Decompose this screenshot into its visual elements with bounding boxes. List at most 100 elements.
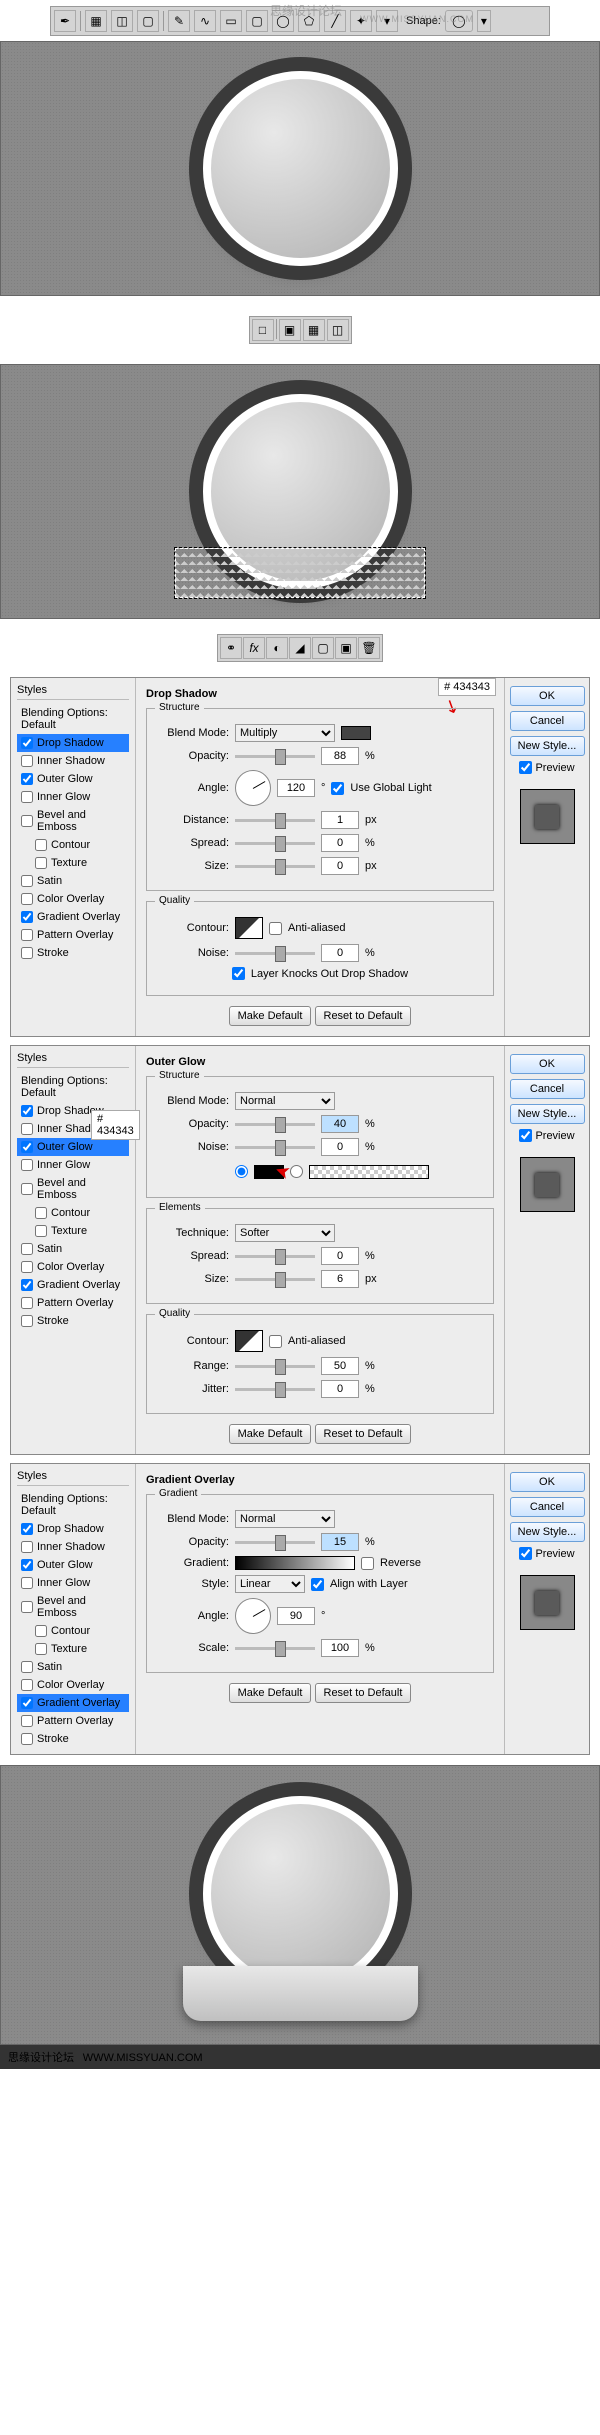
size-slider[interactable] xyxy=(235,1278,315,1281)
distance-input[interactable] xyxy=(321,811,359,829)
style-color-overlay[interactable]: Color Overlay xyxy=(17,1676,129,1694)
angle-dial[interactable] xyxy=(235,770,271,806)
style-pattern-overlay[interactable]: Pattern Overlay xyxy=(17,1294,129,1312)
style-inner-shadow[interactable]: Inner Shadow xyxy=(17,1538,129,1556)
opacity-input[interactable] xyxy=(321,1115,359,1133)
style-pattern-overlay[interactable]: Pattern Overlay xyxy=(17,1712,129,1730)
size-input[interactable] xyxy=(321,1270,359,1288)
scale-input[interactable] xyxy=(321,1639,359,1657)
angle-input[interactable] xyxy=(277,779,315,797)
noise-slider[interactable] xyxy=(235,952,315,955)
style-inner-shadow[interactable]: Inner Shadow xyxy=(17,752,129,770)
reset-default-button[interactable]: Reset to Default xyxy=(315,1683,412,1703)
preview-check[interactable] xyxy=(519,1547,532,1560)
noise-input[interactable] xyxy=(321,1138,359,1156)
style-select[interactable]: Linear xyxy=(235,1575,305,1593)
spread-input[interactable] xyxy=(321,834,359,852)
marquee-new-icon[interactable]: □ xyxy=(252,319,274,341)
jitter-slider[interactable] xyxy=(235,1388,315,1391)
range-slider[interactable] xyxy=(235,1365,315,1368)
reverse-check[interactable] xyxy=(361,1557,374,1570)
global-light-check[interactable] xyxy=(331,782,344,795)
marquee-intersect-icon[interactable]: ◫ xyxy=(327,319,349,341)
shape-dropdown-icon[interactable]: ▾ xyxy=(477,10,491,32)
rounded-rect-icon[interactable]: ▢ xyxy=(246,10,268,32)
shape-layers-icon[interactable]: ▦ xyxy=(85,10,107,32)
style-outer-glow[interactable]: Outer Glow xyxy=(17,1138,129,1156)
make-default-button[interactable]: Make Default xyxy=(229,1006,312,1026)
make-default-button[interactable]: Make Default xyxy=(229,1424,312,1444)
style-color-overlay[interactable]: Color Overlay xyxy=(17,1258,129,1276)
glow-gradient-swatch[interactable] xyxy=(309,1165,429,1179)
cancel-button[interactable]: Cancel xyxy=(510,711,585,731)
style-gradient-overlay[interactable]: Gradient Overlay xyxy=(17,1276,129,1294)
style-drop-shadow[interactable]: Drop Shadow xyxy=(17,1520,129,1538)
range-input[interactable] xyxy=(321,1357,359,1375)
blend-mode-select[interactable]: Normal xyxy=(235,1510,335,1528)
pen-icon[interactable]: ✎ xyxy=(168,10,190,32)
spread-input[interactable] xyxy=(321,1247,359,1265)
style-bevel[interactable]: Bevel and Emboss xyxy=(17,1592,129,1622)
rectangle-icon[interactable]: ▭ xyxy=(220,10,242,32)
style-gradient-overlay[interactable]: Gradient Overlay xyxy=(17,908,129,926)
align-check[interactable] xyxy=(311,1578,324,1591)
style-inner-glow[interactable]: Inner Glow xyxy=(17,1574,129,1592)
blending-options[interactable]: Blending Options: Default xyxy=(17,1490,129,1520)
style-color-overlay[interactable]: Color Overlay xyxy=(17,890,129,908)
style-gradient-overlay[interactable]: Gradient Overlay xyxy=(17,1694,129,1712)
blend-mode-select[interactable]: Normal xyxy=(235,1092,335,1110)
fx-icon[interactable]: fx xyxy=(243,637,265,659)
new-layer-icon[interactable]: ▣ xyxy=(335,637,357,659)
scale-slider[interactable] xyxy=(235,1647,315,1650)
style-outer-glow[interactable]: Outer Glow xyxy=(17,770,129,788)
technique-select[interactable]: Softer xyxy=(235,1224,335,1242)
style-inner-glow[interactable]: Inner Glow xyxy=(17,788,129,806)
opacity-input[interactable] xyxy=(321,747,359,765)
style-satin[interactable]: Satin xyxy=(17,872,129,890)
size-slider[interactable] xyxy=(235,865,315,868)
style-bevel[interactable]: Bevel and Emboss xyxy=(17,806,129,836)
spread-slider[interactable] xyxy=(235,1255,315,1258)
style-contour[interactable]: Contour xyxy=(17,1204,129,1222)
opacity-slider[interactable] xyxy=(235,755,315,758)
style-stroke[interactable]: Stroke xyxy=(17,944,129,962)
new-style-button[interactable]: New Style... xyxy=(510,736,585,756)
knockout-check[interactable] xyxy=(232,967,245,980)
noise-slider[interactable] xyxy=(235,1146,315,1149)
preview-check[interactable] xyxy=(519,761,532,774)
ok-button[interactable]: OK xyxy=(510,1472,585,1492)
style-stroke[interactable]: Stroke xyxy=(17,1730,129,1748)
style-pattern-overlay[interactable]: Pattern Overlay xyxy=(17,926,129,944)
style-drop-shadow[interactable]: Drop Shadow xyxy=(17,734,129,752)
contour-picker[interactable] xyxy=(235,1330,263,1352)
style-texture[interactable]: Texture xyxy=(17,854,129,872)
ok-button[interactable]: OK xyxy=(510,1054,585,1074)
adjustment-icon[interactable]: ◢ xyxy=(289,637,311,659)
cancel-button[interactable]: Cancel xyxy=(510,1497,585,1517)
spread-slider[interactable] xyxy=(235,842,315,845)
style-contour[interactable]: Contour xyxy=(17,1622,129,1640)
freeform-pen-icon[interactable]: ∿ xyxy=(194,10,216,32)
marquee-add-icon[interactable]: ▣ xyxy=(279,319,301,341)
mask-icon[interactable]: ◐ xyxy=(266,637,288,659)
preview-check[interactable] xyxy=(519,1129,532,1142)
style-texture[interactable]: Texture xyxy=(17,1222,129,1240)
noise-input[interactable] xyxy=(321,944,359,962)
marquee-subtract-icon[interactable]: ▦ xyxy=(303,319,325,341)
style-outer-glow[interactable]: Outer Glow xyxy=(17,1556,129,1574)
pen-tool-icon[interactable]: ✒ xyxy=(54,10,76,32)
angle-input[interactable] xyxy=(277,1607,315,1625)
gradient-picker[interactable] xyxy=(235,1556,355,1570)
opacity-slider[interactable] xyxy=(235,1123,315,1126)
opacity-slider[interactable] xyxy=(235,1541,315,1544)
style-stroke[interactable]: Stroke xyxy=(17,1312,129,1330)
new-style-button[interactable]: New Style... xyxy=(510,1104,585,1124)
size-input[interactable] xyxy=(321,857,359,875)
delete-icon[interactable]: 🗑 xyxy=(358,637,380,659)
style-satin[interactable]: Satin xyxy=(17,1658,129,1676)
style-bevel[interactable]: Bevel and Emboss xyxy=(17,1174,129,1204)
ok-button[interactable]: OK xyxy=(510,686,585,706)
antialias-check[interactable] xyxy=(269,1335,282,1348)
group-icon[interactable]: ▢ xyxy=(312,637,334,659)
cancel-button[interactable]: Cancel xyxy=(510,1079,585,1099)
